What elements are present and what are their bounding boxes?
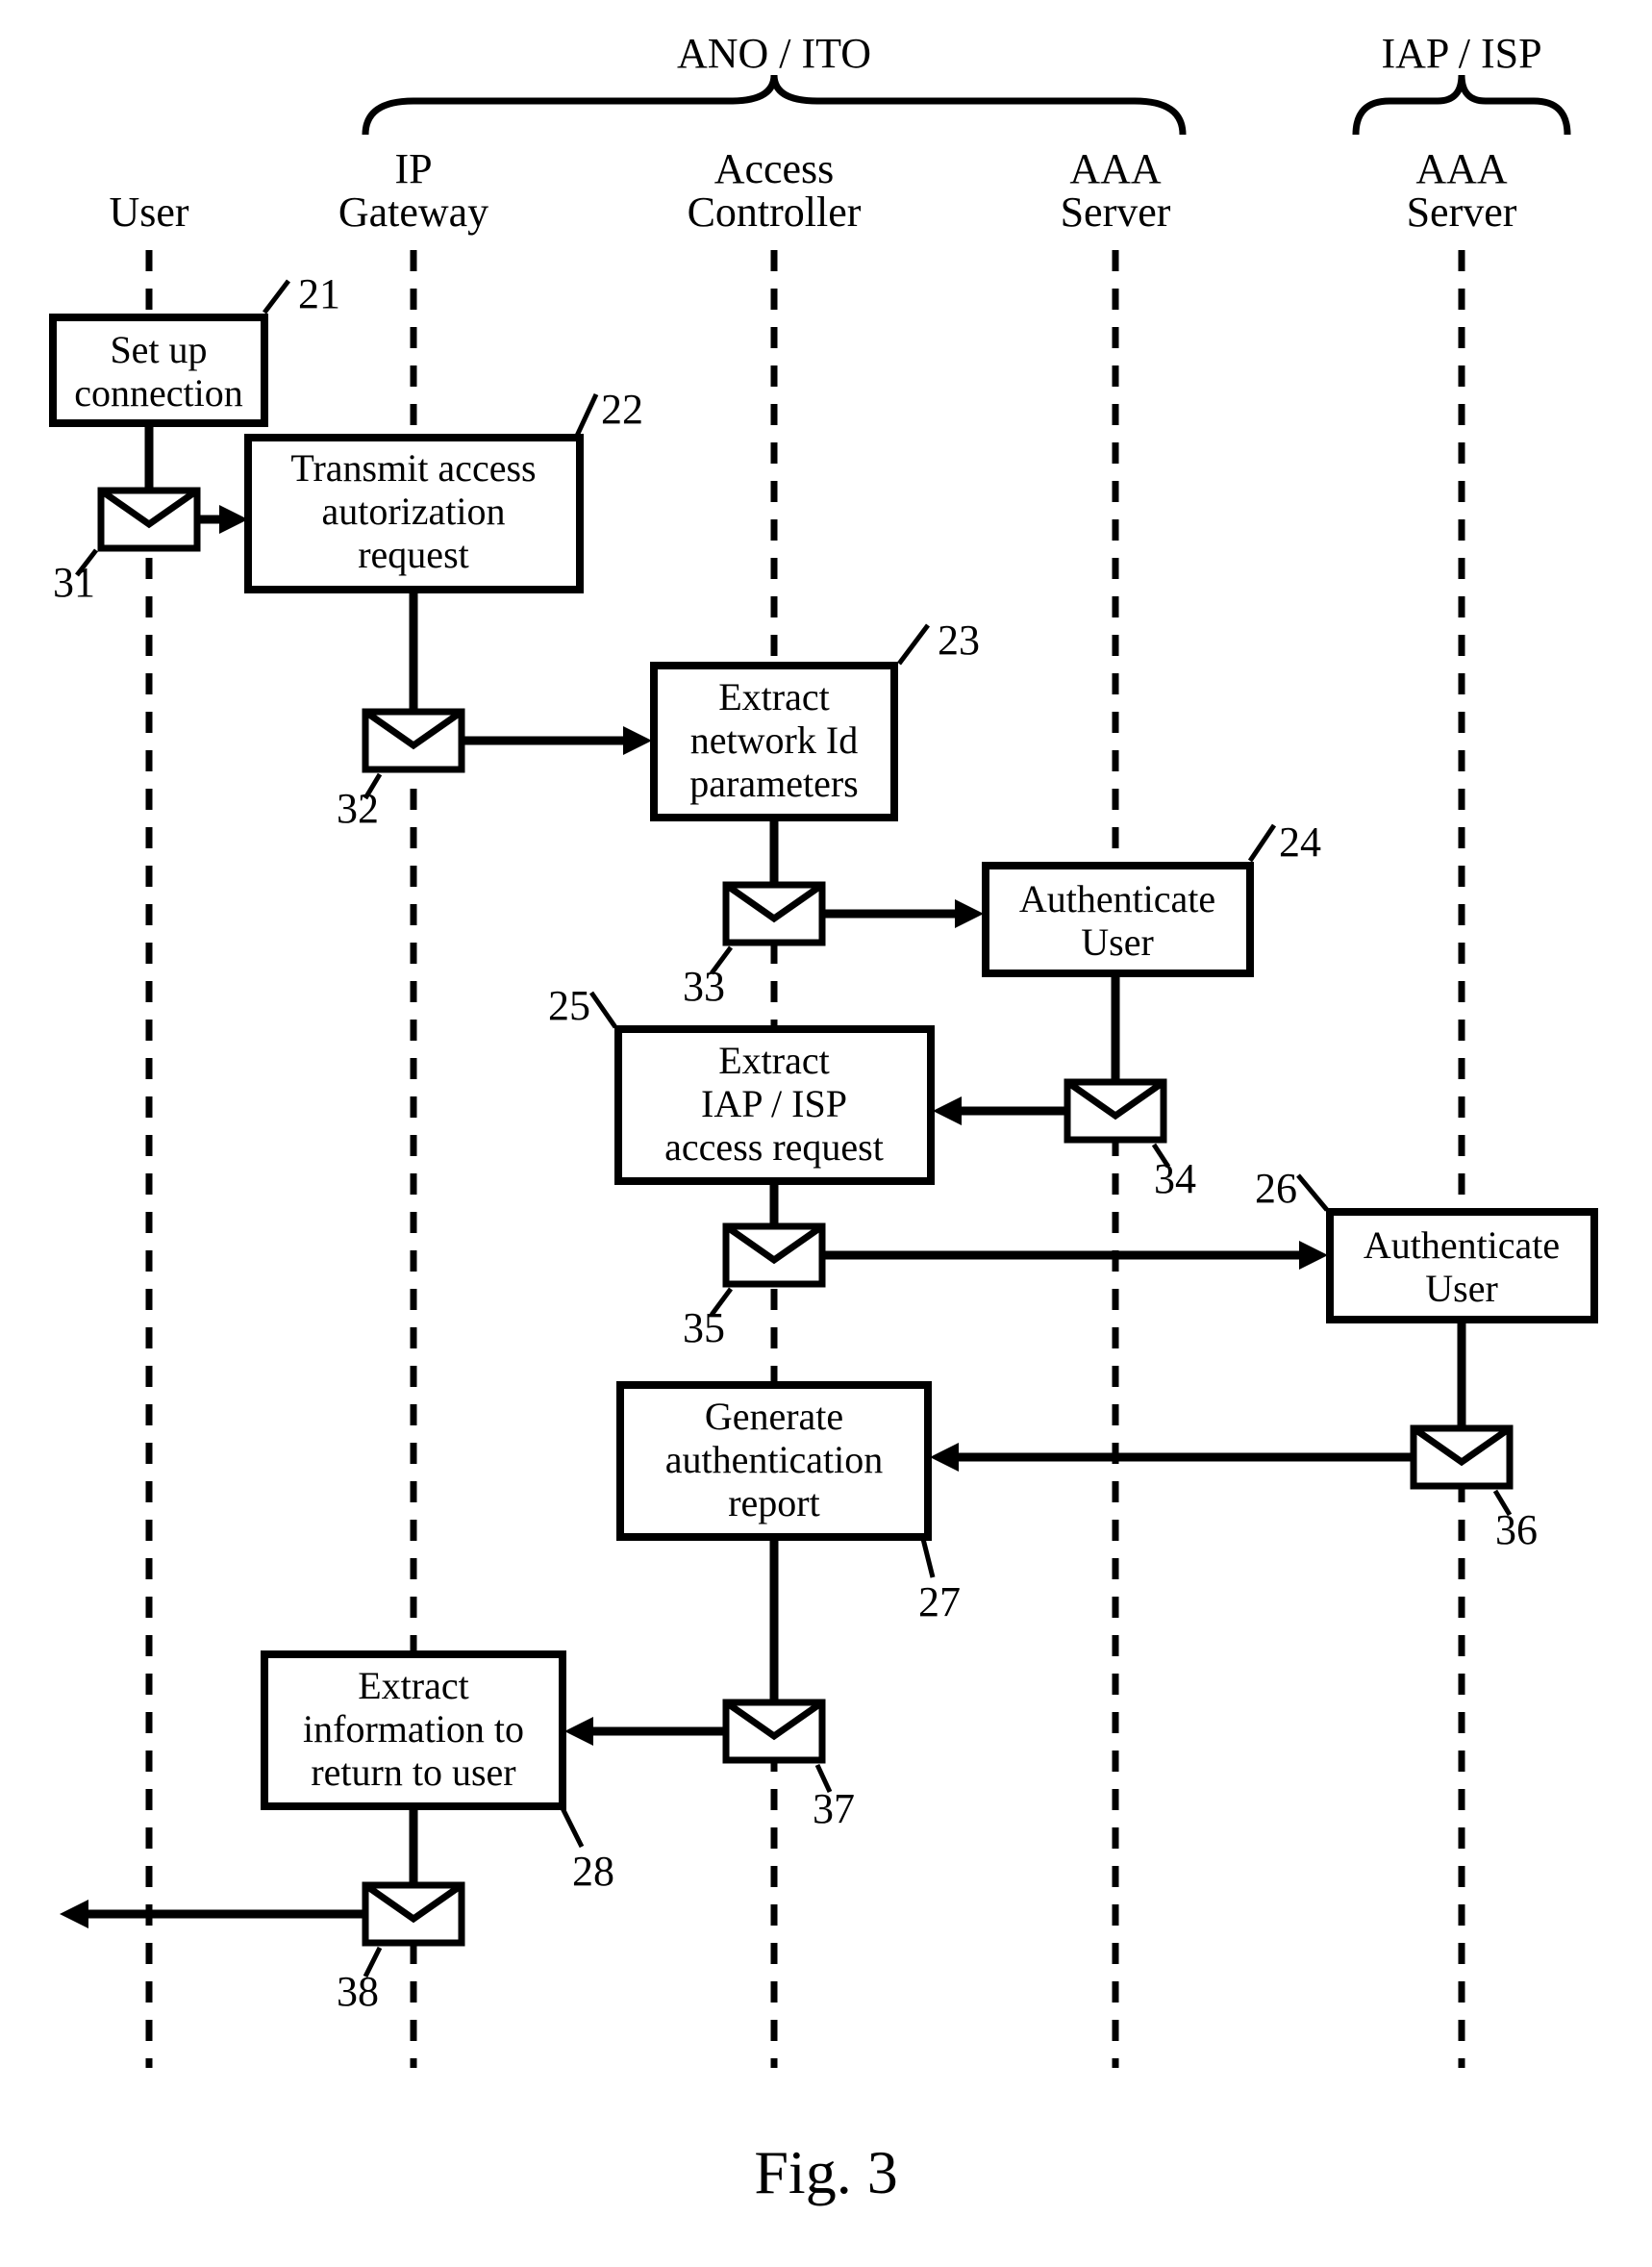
label-25: 25 bbox=[548, 982, 590, 1029]
lane-label-aaa1-2: Server bbox=[1061, 189, 1171, 236]
box-22-line1: Transmit access bbox=[290, 446, 536, 490]
lane-label-aaa1-1: AAA bbox=[1069, 145, 1162, 192]
box-25-line3: access request bbox=[664, 1125, 884, 1169]
leader-28 bbox=[563, 1808, 582, 1847]
arrowhead-33 bbox=[955, 899, 984, 928]
envelope-37 bbox=[726, 1702, 822, 1760]
lane-label-ip-gateway-1: IP bbox=[394, 145, 432, 192]
arrowhead-31 bbox=[219, 505, 248, 534]
label-33: 33 bbox=[683, 963, 725, 1010]
box-23-line3: parameters bbox=[689, 762, 858, 805]
leader-25 bbox=[591, 993, 615, 1027]
box-23-line1: Extract bbox=[718, 675, 830, 718]
label-27: 27 bbox=[918, 1578, 961, 1625]
label-35: 35 bbox=[683, 1304, 725, 1351]
envelope-38 bbox=[365, 1885, 462, 1943]
leader-27 bbox=[923, 1539, 933, 1577]
envelope-34 bbox=[1067, 1082, 1164, 1140]
box-23-line2: network Id bbox=[690, 718, 858, 762]
label-22: 22 bbox=[601, 386, 643, 433]
leader-21 bbox=[264, 281, 288, 313]
box-28-line3: return to user bbox=[311, 1751, 515, 1794]
label-23: 23 bbox=[938, 617, 980, 664]
leader-26 bbox=[1298, 1175, 1327, 1210]
box-27-line3: report bbox=[728, 1481, 820, 1524]
arrowhead-38 bbox=[60, 1900, 88, 1928]
label-31: 31 bbox=[53, 559, 95, 606]
box-24-line2: User bbox=[1081, 920, 1154, 964]
box-22-line2: autorization bbox=[321, 490, 505, 533]
label-28: 28 bbox=[572, 1848, 614, 1895]
box-25-line2: IAP / ISP bbox=[701, 1082, 847, 1125]
label-26: 26 bbox=[1255, 1165, 1297, 1212]
brace-iap-isp bbox=[1356, 75, 1567, 135]
group-label-iap-isp: IAP / ISP bbox=[1381, 30, 1541, 77]
leader-24 bbox=[1250, 825, 1274, 861]
box-27-line1: Generate bbox=[705, 1395, 843, 1438]
lane-label-user: User bbox=[109, 189, 188, 236]
group-label-ano-ito: ANO / ITO bbox=[677, 30, 871, 77]
leader-23 bbox=[899, 625, 928, 664]
box-24-line1: Authenticate bbox=[1019, 877, 1215, 920]
arrowhead-32 bbox=[623, 726, 652, 755]
lane-label-access-ctrl-1: Access bbox=[714, 145, 835, 192]
lane-label-ip-gateway-2: Gateway bbox=[338, 189, 488, 236]
lane-label-aaa2-1: AAA bbox=[1415, 145, 1508, 192]
envelope-31 bbox=[101, 491, 197, 548]
label-34: 34 bbox=[1154, 1155, 1196, 1202]
figure-label: Fig. 3 bbox=[754, 2138, 897, 2206]
box-22-line3: request bbox=[358, 533, 469, 576]
leader-22 bbox=[577, 394, 596, 436]
lane-label-aaa2-2: Server bbox=[1407, 189, 1517, 236]
label-37: 37 bbox=[813, 1785, 855, 1832]
box-25-line1: Extract bbox=[718, 1039, 830, 1082]
lane-label-access-ctrl-2: Controller bbox=[688, 189, 862, 236]
label-36: 36 bbox=[1495, 1506, 1538, 1553]
box-26-line1: Authenticate bbox=[1364, 1223, 1560, 1267]
box-27-line2: authentication bbox=[665, 1438, 884, 1481]
brace-ano-ito bbox=[365, 75, 1183, 135]
arrowhead-34 bbox=[933, 1096, 962, 1125]
box-26-line2: User bbox=[1425, 1267, 1498, 1310]
envelope-35 bbox=[726, 1226, 822, 1284]
label-38: 38 bbox=[337, 1968, 379, 2015]
box-21-line2: connection bbox=[74, 371, 243, 415]
arrowhead-37 bbox=[564, 1717, 593, 1746]
box-28-line1: Extract bbox=[358, 1664, 469, 1707]
arrowhead-36 bbox=[930, 1443, 959, 1472]
envelope-36 bbox=[1414, 1428, 1510, 1486]
box-21-line1: Set up bbox=[110, 328, 207, 371]
envelope-32 bbox=[365, 712, 462, 769]
arrowhead-35 bbox=[1299, 1241, 1328, 1270]
label-24: 24 bbox=[1279, 819, 1321, 866]
box-28-line2: information to bbox=[303, 1707, 524, 1751]
label-32: 32 bbox=[337, 785, 379, 832]
label-21: 21 bbox=[298, 270, 340, 317]
envelope-33 bbox=[726, 885, 822, 943]
